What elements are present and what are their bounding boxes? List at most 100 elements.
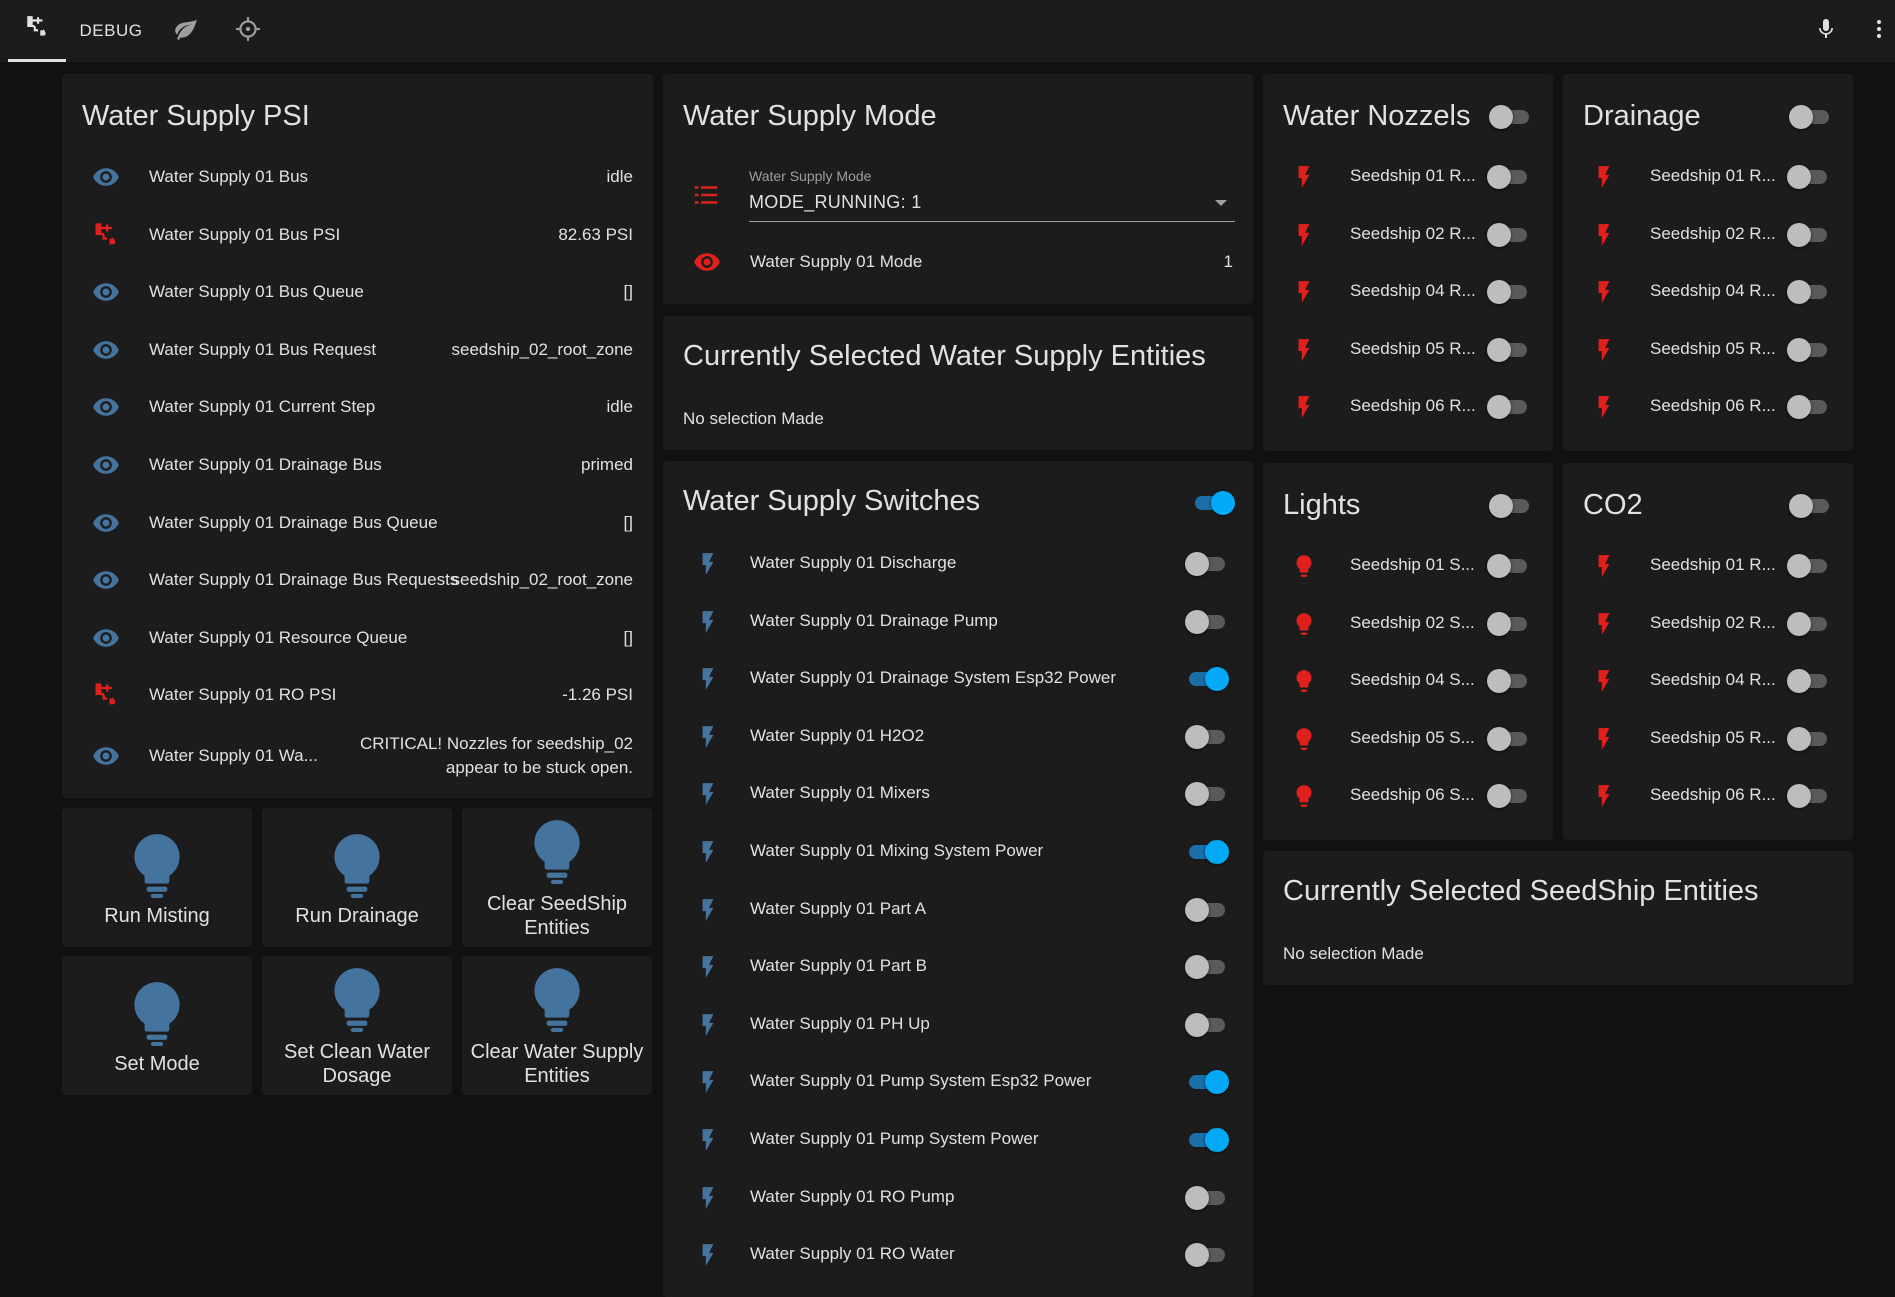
tab-leaf[interactable] bbox=[166, 0, 206, 62]
switch-row[interactable]: Water Supply 01 Mixing System Power bbox=[663, 823, 1253, 881]
switch-toggle[interactable] bbox=[1185, 1125, 1229, 1155]
water-supply-mode-row[interactable]: Water Supply 01 Mode 1 bbox=[663, 233, 1253, 291]
water-supply-mode-select[interactable]: Water Supply Mode MODE_RUNNING: 1 bbox=[749, 168, 1235, 222]
card-title: Currently Selected Water Supply Entities bbox=[683, 340, 1206, 372]
switch-row[interactable]: Water Supply 01 Discharge bbox=[663, 535, 1253, 593]
switch-toggle[interactable] bbox=[1185, 607, 1229, 637]
entity-row[interactable]: Seedship 06 R... bbox=[1563, 767, 1853, 825]
entity-toggle[interactable] bbox=[1787, 666, 1831, 696]
switch-toggle[interactable] bbox=[1185, 895, 1229, 925]
clear-water-supply-entities-button[interactable]: Clear Water Supply Entities bbox=[462, 956, 652, 1095]
psi-row[interactable]: Water Supply 01 Drainage Bus primed bbox=[62, 436, 653, 494]
entity-toggle[interactable] bbox=[1487, 392, 1531, 422]
psi-row[interactable]: Water Supply 01 Drainage Bus Queue [] bbox=[62, 494, 653, 552]
entity-toggle[interactable] bbox=[1487, 335, 1531, 365]
entity-row[interactable]: Seedship 01 S... bbox=[1263, 537, 1553, 595]
psi-row[interactable]: Water Supply 01 Bus PSI 82.63 PSI bbox=[62, 206, 653, 264]
switch-toggle[interactable] bbox=[1185, 664, 1229, 694]
entity-row[interactable]: Seedship 04 R... bbox=[1563, 652, 1853, 710]
entity-toggle[interactable] bbox=[1487, 609, 1531, 639]
tab-home[interactable] bbox=[8, 0, 66, 62]
switch-row[interactable]: Water Supply 01 Part A bbox=[663, 881, 1253, 939]
switch-row[interactable]: Water Supply 01 Mixers bbox=[663, 765, 1253, 823]
switch-row[interactable]: Water Supply 01 H2O2 bbox=[663, 708, 1253, 766]
set-mode-button[interactable]: Set Mode bbox=[62, 956, 252, 1095]
switch-row[interactable]: Water Supply 01 PH Up bbox=[663, 996, 1253, 1054]
entity-toggle[interactable] bbox=[1487, 162, 1531, 192]
entity-row[interactable]: Seedship 04 S... bbox=[1263, 652, 1553, 710]
entity-row[interactable]: Seedship 05 R... bbox=[1263, 321, 1553, 379]
switch-row[interactable]: Water Supply 01 Pump System Power bbox=[663, 1111, 1253, 1169]
lights-master-toggle[interactable] bbox=[1489, 491, 1533, 521]
entity-row[interactable]: Seedship 06 R... bbox=[1563, 378, 1853, 436]
set-clean-water-dosage-button[interactable]: Set Clean Water Dosage bbox=[262, 956, 452, 1095]
entity-row[interactable]: Seedship 05 S... bbox=[1263, 710, 1553, 768]
entity-row[interactable]: Seedship 02 S... bbox=[1263, 595, 1553, 653]
switch-toggle[interactable] bbox=[1185, 1240, 1229, 1270]
nozzels-master-toggle[interactable] bbox=[1489, 102, 1533, 132]
co2-master-toggle[interactable] bbox=[1789, 491, 1833, 521]
lightbulb-icon bbox=[1289, 551, 1319, 581]
psi-row[interactable]: Water Supply 01 Bus Request seedship_02_… bbox=[62, 321, 653, 379]
switch-toggle[interactable] bbox=[1185, 722, 1229, 752]
entity-row[interactable]: Seedship 01 R... bbox=[1563, 148, 1853, 206]
entity-row[interactable]: Seedship 05 R... bbox=[1563, 321, 1853, 379]
psi-row[interactable]: Water Supply 01 Current Step idle bbox=[62, 378, 653, 436]
clear-seedship-entities-button[interactable]: Clear SeedShip Entities bbox=[462, 808, 652, 947]
switch-row[interactable]: Water Supply 01 Part B bbox=[663, 938, 1253, 996]
switch-row[interactable]: Water Supply 01 Drainage System Esp32 Po… bbox=[663, 650, 1253, 708]
switch-row[interactable]: Water Supply 01 Pump System Esp32 Power bbox=[663, 1053, 1253, 1111]
switch-toggle[interactable] bbox=[1185, 1010, 1229, 1040]
entity-toggle[interactable] bbox=[1787, 609, 1831, 639]
entity-toggle[interactable] bbox=[1787, 392, 1831, 422]
switch-row[interactable]: Water Supply 01 Drainage Pump bbox=[663, 593, 1253, 651]
psi-row[interactable]: Water Supply 01 RO PSI -1.26 PSI bbox=[62, 666, 653, 724]
entity-toggle[interactable] bbox=[1487, 666, 1531, 696]
switch-toggle[interactable] bbox=[1185, 549, 1229, 579]
psi-row[interactable]: Water Supply 01 Bus idle bbox=[62, 148, 653, 206]
entity-row[interactable]: Seedship 05 R... bbox=[1563, 710, 1853, 768]
entity-toggle[interactable] bbox=[1487, 781, 1531, 811]
entity-toggle[interactable] bbox=[1487, 220, 1531, 250]
drainage-master-toggle[interactable] bbox=[1789, 102, 1833, 132]
entity-toggle[interactable] bbox=[1487, 277, 1531, 307]
entity-row[interactable]: Seedship 04 R... bbox=[1263, 263, 1553, 321]
entity-toggle[interactable] bbox=[1487, 724, 1531, 754]
entity-row[interactable]: Seedship 04 R... bbox=[1563, 263, 1853, 321]
switch-toggle[interactable] bbox=[1185, 1067, 1229, 1097]
psi-row-label: Water Supply 01 Drainage Bus bbox=[149, 455, 382, 474]
entity-toggle[interactable] bbox=[1787, 220, 1831, 250]
psi-row[interactable]: Water Supply 01 Wa... CRITICAL! Nozzles … bbox=[62, 724, 653, 788]
entity-toggle[interactable] bbox=[1787, 162, 1831, 192]
entity-toggle[interactable] bbox=[1787, 724, 1831, 754]
switch-toggle[interactable] bbox=[1185, 779, 1229, 809]
entity-row[interactable]: Seedship 06 R... bbox=[1263, 378, 1553, 436]
switch-row[interactable]: Water Supply 01 RO Pump bbox=[663, 1169, 1253, 1227]
entity-toggle[interactable] bbox=[1487, 551, 1531, 581]
entity-row[interactable]: Seedship 01 R... bbox=[1263, 148, 1553, 206]
microphone-button[interactable] bbox=[1806, 0, 1846, 62]
entity-row[interactable]: Seedship 02 R... bbox=[1263, 206, 1553, 264]
run-drainage-button[interactable]: Run Drainage bbox=[262, 808, 452, 947]
psi-row[interactable]: Water Supply 01 Bus Queue [] bbox=[62, 263, 653, 321]
tab-debug[interactable]: DEBUG bbox=[78, 0, 144, 62]
run-misting-button[interactable]: Run Misting bbox=[62, 808, 252, 947]
switch-toggle[interactable] bbox=[1185, 952, 1229, 982]
switch-toggle[interactable] bbox=[1185, 837, 1229, 867]
entity-row[interactable]: Seedship 02 R... bbox=[1563, 595, 1853, 653]
psi-row[interactable]: Water Supply 01 Drainage Bus Requests se… bbox=[62, 551, 653, 609]
psi-row[interactable]: Water Supply 01 Resource Queue [] bbox=[62, 609, 653, 667]
flash-icon bbox=[1589, 666, 1619, 696]
overflow-menu-button[interactable] bbox=[1864, 0, 1894, 62]
entity-row[interactable]: Seedship 01 R... bbox=[1563, 537, 1853, 595]
switch-row[interactable]: Water Supply 01 RO Water bbox=[663, 1226, 1253, 1284]
entity-row[interactable]: Seedship 06 S... bbox=[1263, 767, 1553, 825]
switches-master-toggle[interactable] bbox=[1191, 488, 1235, 518]
entity-toggle[interactable] bbox=[1787, 277, 1831, 307]
entity-toggle[interactable] bbox=[1787, 781, 1831, 811]
entity-toggle[interactable] bbox=[1787, 335, 1831, 365]
switch-toggle[interactable] bbox=[1185, 1183, 1229, 1213]
tab-target[interactable] bbox=[228, 0, 268, 62]
entity-toggle[interactable] bbox=[1787, 551, 1831, 581]
entity-row[interactable]: Seedship 02 R... bbox=[1563, 206, 1853, 264]
